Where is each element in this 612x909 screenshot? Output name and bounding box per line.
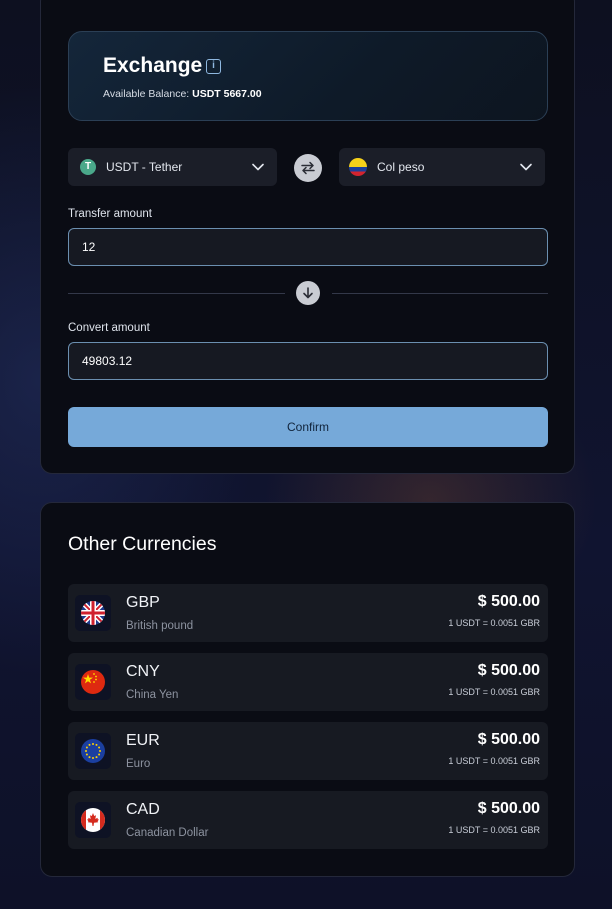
chevron-down-icon — [252, 163, 264, 171]
currency-name: Canadian Dollar — [126, 827, 209, 839]
currency-code: CNY — [126, 663, 160, 680]
currency-name: Euro — [126, 758, 151, 770]
currency-rate: 1 USDT = 0.0051 GBR — [448, 687, 540, 697]
eu-flag-icon — [81, 739, 105, 763]
other-currencies-card: Other Currencies GBP British pound $ 500… — [40, 502, 575, 877]
currency-code: GBP — [126, 594, 160, 611]
swap-currencies-button[interactable] — [294, 154, 322, 182]
china-flag-icon — [81, 670, 105, 694]
flag-frame — [75, 664, 111, 700]
currency-rate: 1 USDT = 0.0051 GBR — [448, 618, 540, 628]
swap-icon — [301, 161, 315, 175]
from-currency-select[interactable]: T USDT - Tether — [68, 148, 277, 186]
flag-frame — [75, 733, 111, 769]
currency-row-cny[interactable]: CNY China Yen $ 500.00 1 USDT = 0.0051 G… — [68, 653, 548, 711]
exchange-title: Exchange — [103, 54, 203, 77]
other-currencies-title: Other Currencies — [68, 533, 217, 555]
currency-code: CAD — [126, 801, 160, 818]
currency-name: British pound — [126, 620, 194, 632]
to-currency-select[interactable]: Col peso — [339, 148, 545, 186]
to-currency-label: Col peso — [377, 160, 425, 174]
divider-left — [68, 293, 285, 294]
currency-row-gbp[interactable]: GBP British pound $ 500.00 1 USDT = 0.00… — [68, 584, 548, 642]
transfer-amount-input[interactable]: 12 — [68, 228, 548, 266]
currency-row-cad[interactable]: CAD Canadian Dollar $ 500.00 1 USDT = 0.… — [68, 791, 548, 849]
canada-flag-icon — [81, 808, 105, 832]
divider-right — [332, 293, 548, 294]
currency-rate: 1 USDT = 0.0051 GBR — [448, 756, 540, 766]
uk-flag-icon — [81, 601, 105, 625]
exchange-header: Exchange i Available Balance: USDT 5667.… — [68, 31, 548, 121]
currency-name: China Yen — [126, 689, 179, 701]
flag-frame — [75, 802, 111, 838]
flag-frame — [75, 595, 111, 631]
balance-value: USDT 5667.00 — [192, 88, 262, 100]
colombia-flag-icon — [349, 158, 367, 176]
available-balance: Available Balance: USDT 5667.00 — [103, 88, 262, 100]
currency-amount: $ 500.00 — [477, 593, 540, 610]
from-currency-label: USDT - Tether — [106, 160, 183, 174]
tether-icon: T — [80, 159, 96, 175]
currency-amount: $ 500.00 — [477, 731, 540, 748]
convert-direction-button[interactable] — [296, 281, 320, 305]
transfer-amount-label: Transfer amount — [68, 208, 152, 220]
currency-rate: 1 USDT = 0.0051 GBR — [448, 825, 540, 835]
convert-amount-input[interactable]: 49803.12 — [68, 342, 548, 380]
exchange-card: Exchange i Available Balance: USDT 5667.… — [40, 0, 575, 474]
currency-amount: $ 500.00 — [477, 662, 540, 679]
convert-amount-label: Convert amount — [68, 322, 150, 334]
info-icon[interactable]: i — [206, 59, 221, 74]
currency-code: EUR — [126, 732, 160, 749]
balance-label: Available Balance: — [103, 88, 190, 100]
currency-amount: $ 500.00 — [477, 800, 540, 817]
arrow-down-icon — [303, 287, 313, 299]
currency-row-eur[interactable]: EUR Euro $ 500.00 1 USDT = 0.0051 GBR — [68, 722, 548, 780]
confirm-button[interactable]: Confirm — [68, 407, 548, 447]
chevron-down-icon — [520, 163, 532, 171]
